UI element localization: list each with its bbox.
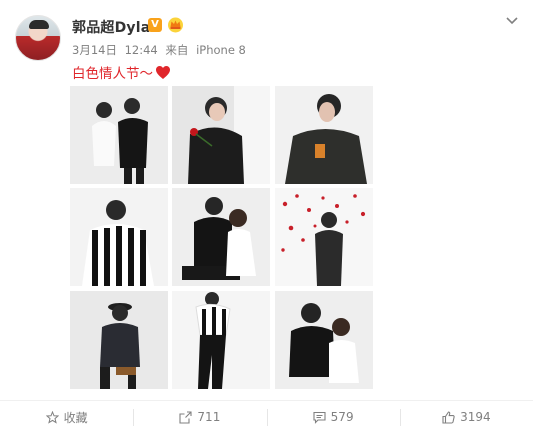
post-source-prefix: 来自 — [165, 43, 189, 57]
photo-thumbnail[interactable] — [275, 86, 373, 184]
repost-count: 711 — [197, 410, 221, 424]
verified-v-icon[interactable]: V — [148, 18, 162, 32]
photo-thumbnail[interactable] — [70, 86, 168, 184]
comment-button[interactable]: 579 — [266, 401, 400, 433]
action-bar: 收藏 711 579 3194 — [0, 400, 533, 433]
thumbs-up-icon — [442, 410, 455, 424]
comment-icon — [313, 411, 326, 424]
avatar[interactable] — [15, 15, 61, 61]
crown-icon[interactable] — [167, 16, 184, 33]
post-text: 白色情人节～ — [72, 62, 171, 82]
favorite-label: 收藏 — [63, 410, 88, 425]
post-source[interactable]: iPhone 8 — [196, 43, 246, 57]
post-time[interactable]: 12:44 — [125, 43, 158, 57]
like-count: 3194 — [460, 410, 491, 424]
repost-button[interactable]: 711 — [133, 401, 266, 433]
photo-grid — [70, 86, 373, 389]
heart-icon — [156, 65, 170, 79]
post-date[interactable]: 3月14日 — [72, 43, 117, 57]
favorite-button[interactable]: 收藏 — [0, 401, 133, 433]
photo-thumbnail[interactable] — [172, 291, 270, 389]
share-icon — [179, 410, 192, 424]
like-button[interactable]: 3194 — [399, 401, 533, 433]
photo-thumbnail[interactable] — [275, 291, 373, 389]
chevron-down-icon[interactable] — [505, 13, 519, 27]
photo-thumbnail[interactable] — [172, 86, 270, 184]
photo-thumbnail[interactable] — [70, 291, 168, 389]
photo-thumbnail[interactable] — [275, 188, 373, 286]
post-meta: 3月14日 12:44 来自 iPhone 8 — [72, 42, 250, 58]
weibo-post-card: 郭品超Dylan V 3月14日 12:44 来自 iPhone 8 白色情人节… — [0, 0, 533, 433]
photo-thumbnail[interactable] — [172, 188, 270, 286]
post-text-content: 白色情人节～ — [72, 66, 153, 82]
photo-thumbnail[interactable] — [70, 188, 168, 286]
star-icon — [45, 410, 59, 424]
comment-count: 579 — [330, 410, 354, 424]
